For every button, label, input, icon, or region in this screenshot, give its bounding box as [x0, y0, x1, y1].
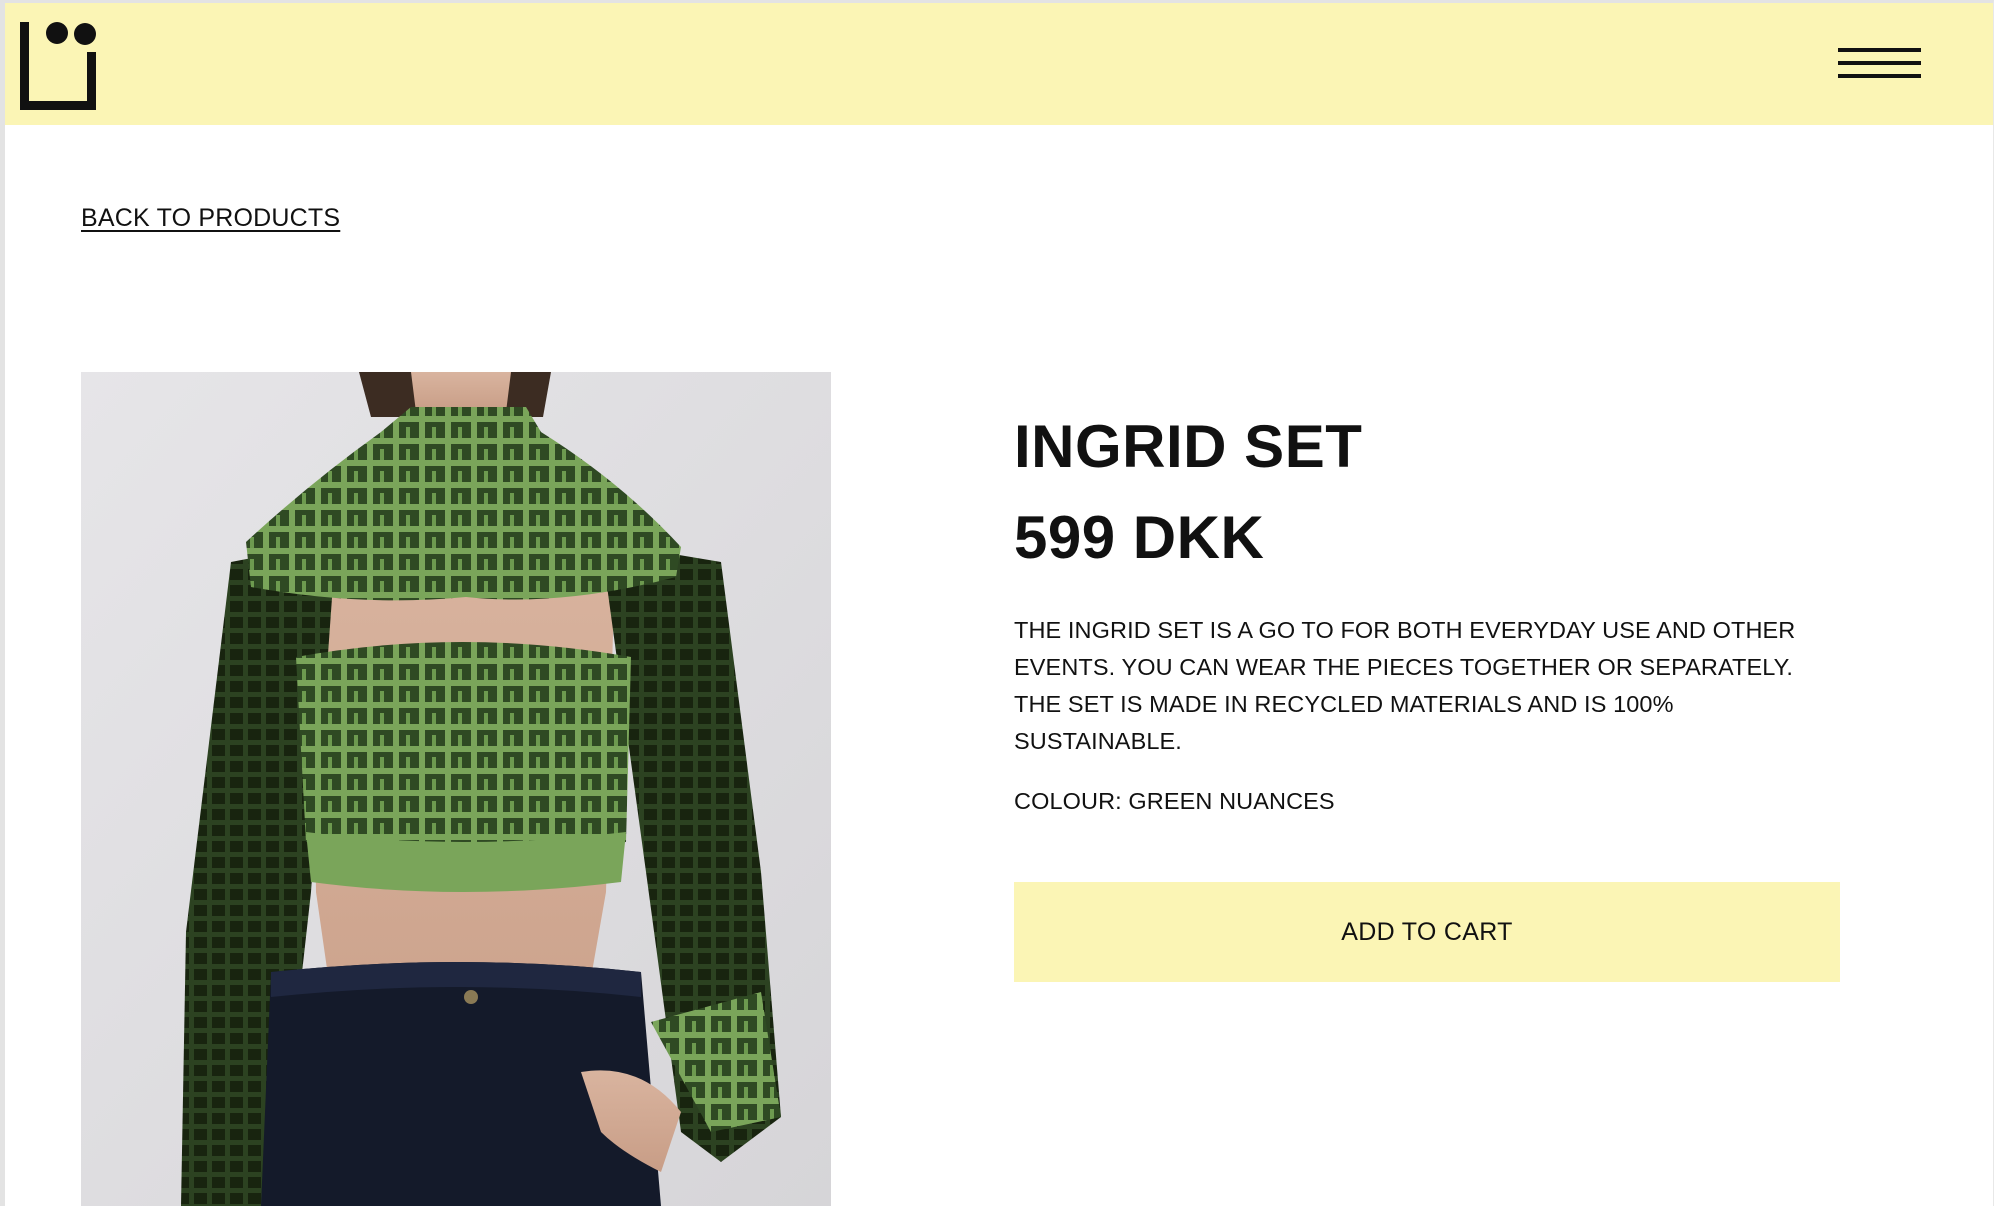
product-price: 599 DKK [1014, 504, 1265, 571]
product-description: THE INGRID SET IS A GO TO FOR BOTH EVERY… [1014, 617, 1796, 754]
brand-logo-icon[interactable] [16, 16, 102, 116]
hamburger-menu-icon[interactable] [1833, 43, 1923, 89]
product-title: INGRID SET [1014, 413, 1363, 480]
product-colour: COLOUR: GREEN NUANCES [1014, 788, 1335, 814]
back-to-products-link[interactable]: BACK TO PRODUCTS [81, 204, 340, 233]
product-image [81, 372, 831, 1206]
add-to-cart-button[interactable]: ADD TO CART [1014, 882, 1840, 982]
site-header [5, 3, 1994, 125]
